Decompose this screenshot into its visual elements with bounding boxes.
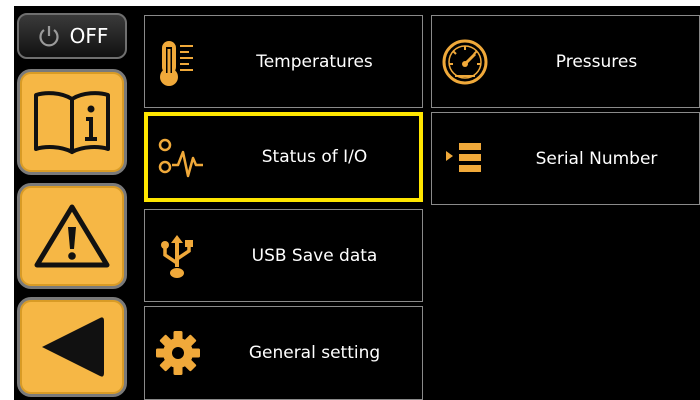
tile-label: Temperatures [256,51,373,72]
tile-label: Serial Number [535,148,658,169]
manual-info-button[interactable] [17,69,127,175]
tile-serial-number[interactable]: Serial Number [431,112,700,205]
list-icon [446,142,481,172]
warning-icon [34,204,110,268]
io-signal-icon [158,138,203,178]
usb-icon [161,234,193,278]
alarm-button[interactable] [17,183,127,289]
thermometer-icon [160,40,193,86]
tile-label: USB Save data [251,245,378,266]
tile-general-setting[interactable]: General setting [144,306,423,400]
power-off-button[interactable]: OFF [17,13,127,59]
tile-label: Pressures [555,51,638,72]
tile-usb-save-data[interactable]: USB Save data [144,209,423,302]
tile-label: General setting [248,343,381,363]
screen: OFF Temperatures Pressures Status of I/O… [14,6,700,400]
gauge-icon [442,39,488,84]
back-button[interactable] [17,297,127,397]
book-info-icon [34,91,110,154]
power-label: OFF [69,24,109,48]
tile-temperatures[interactable]: Temperatures [144,15,423,108]
back-arrow-icon [42,317,104,377]
tile-status-io[interactable]: Status of I/O [144,112,423,202]
tile-label: Status of I/O [261,147,368,167]
power-icon [39,26,59,47]
gear-icon [156,331,200,375]
tile-pressures[interactable]: Pressures [431,15,700,108]
